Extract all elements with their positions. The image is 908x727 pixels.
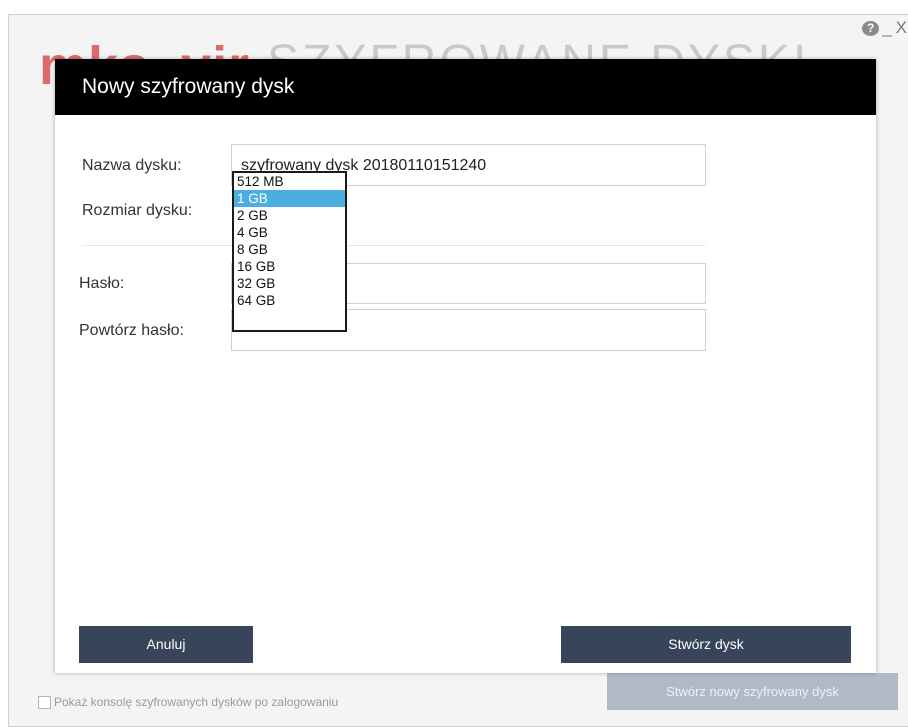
show-console-checkbox[interactable]: Pokaż konsolę szyfrowanych dysków po zal… <box>38 695 338 709</box>
show-console-checkbox-label: Pokaż konsolę szyfrowanych dysków po zal… <box>54 695 339 709</box>
password-label: Hasło: <box>79 275 125 292</box>
create-disk-button[interactable]: Stwórz dysk <box>561 626 851 663</box>
disk-name-label: Nazwa dysku: <box>82 157 182 174</box>
size-option[interactable]: 2 GB <box>234 207 345 224</box>
size-option[interactable]: 64 GB <box>234 292 345 309</box>
size-option[interactable]: 16 GB <box>234 258 345 275</box>
new-disk-dialog: Nowy szyfrowany dysk Nazwa dysku: szyfro… <box>55 59 876 673</box>
size-option[interactable]: 512 MB <box>234 173 345 190</box>
size-option[interactable]: 8 GB <box>234 241 345 258</box>
divider <box>82 245 706 246</box>
help-icon[interactable]: ? <box>862 20 880 36</box>
minimize-icon[interactable]: _ <box>881 18 892 38</box>
checkbox-icon[interactable] <box>38 695 51 709</box>
window-controls: ? _ X <box>862 18 908 38</box>
repeat-password-label: Powtórz hasło: <box>79 322 184 339</box>
cancel-button[interactable]: Anuluj <box>79 626 253 663</box>
disk-size-label: Rozmiar dysku: <box>82 202 193 219</box>
size-option[interactable]: 1 GB <box>234 190 345 207</box>
size-option[interactable]: 32 GB <box>234 275 345 292</box>
create-new-disk-button: Stwórz nowy szyfrowany dysk <box>607 673 898 710</box>
size-option[interactable]: 4 GB <box>234 224 345 241</box>
dialog-title: Nowy szyfrowany dysk <box>82 75 295 98</box>
disk-size-dropdown-list[interactable]: 512 MB 1 GB 2 GB 4 GB 8 GB 16 GB 32 GB 64 GB <box>232 171 347 332</box>
dialog-header: Nowy szyfrowany dysk <box>55 59 876 115</box>
close-icon[interactable]: X <box>895 18 908 38</box>
